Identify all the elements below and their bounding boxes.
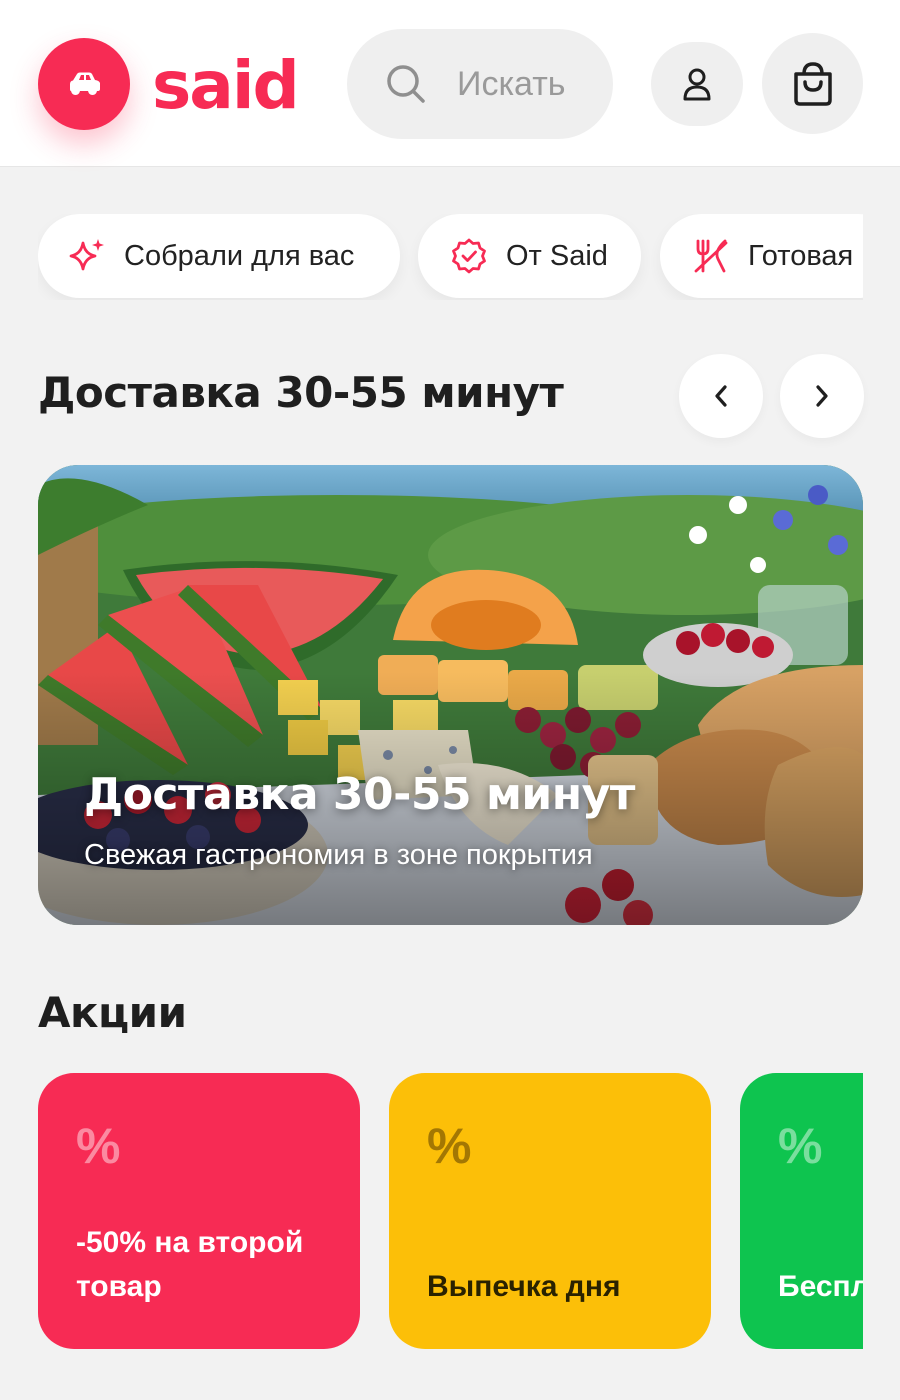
promo-card-text: -50% на второй товар bbox=[76, 1226, 304, 1303]
delivery-banner[interactable]: Доставка 30-55 минут Свежая гастрономия … bbox=[38, 465, 863, 925]
car-icon bbox=[70, 72, 100, 95]
promo-card-text: Выпечка дня bbox=[427, 1270, 621, 1303]
promo-card-free-delivery[interactable]: % Бесплатная доставка bbox=[740, 1073, 863, 1349]
brand-logo-text[interactable]: said bbox=[152, 46, 300, 126]
fork-knife-icon bbox=[694, 239, 728, 273]
promo-card-pastry[interactable]: % Выпечка дня bbox=[389, 1073, 711, 1349]
search-icon bbox=[387, 65, 425, 103]
chip-ready-food[interactable]: Готовая bbox=[660, 214, 863, 298]
delivery-section-title: Доставка 30-55 минут bbox=[38, 368, 564, 417]
chip-collected-for-you[interactable]: Собрали для вас bbox=[38, 214, 400, 298]
chip-label: Собрали для вас bbox=[124, 239, 355, 272]
verified-badge-icon bbox=[452, 238, 486, 274]
user-icon bbox=[683, 68, 711, 101]
banner-subtitle: Свежая гастрономия в зоне покрытия bbox=[84, 839, 593, 871]
percent-icon: % bbox=[778, 1118, 823, 1174]
promo-card-text: Бесплатная доставка bbox=[778, 1270, 863, 1303]
promo-card-half-price[interactable]: % -50% на второй товар bbox=[38, 1073, 360, 1349]
cart-button[interactable] bbox=[762, 33, 863, 134]
logo-badge[interactable] bbox=[38, 38, 130, 130]
promotions-carousel: % -50% на второй товар % Выпечка дня % Б… bbox=[38, 1073, 863, 1353]
chip-label: От Said bbox=[506, 239, 608, 272]
category-chips: Собрали для вас От Said Готовая bbox=[38, 214, 863, 300]
chevron-left-icon bbox=[715, 385, 727, 407]
promotions-section-title: Акции bbox=[38, 988, 187, 1037]
sparkles-icon bbox=[69, 239, 104, 271]
percent-icon: % bbox=[427, 1118, 472, 1174]
carousel-prev-button[interactable] bbox=[679, 354, 763, 438]
chip-label: Готовая bbox=[748, 239, 854, 272]
shopping-bag-icon bbox=[793, 61, 832, 106]
carousel-next-button[interactable] bbox=[780, 354, 864, 438]
search-input[interactable] bbox=[457, 64, 607, 104]
chip-from-said[interactable]: От Said bbox=[418, 214, 641, 298]
chevron-right-icon bbox=[816, 385, 828, 407]
profile-button[interactable] bbox=[651, 42, 743, 126]
percent-icon: % bbox=[76, 1118, 121, 1174]
search-bar[interactable] bbox=[347, 29, 613, 139]
banner-title: Доставка 30-55 минут bbox=[84, 769, 635, 820]
top-header: said bbox=[0, 0, 900, 167]
